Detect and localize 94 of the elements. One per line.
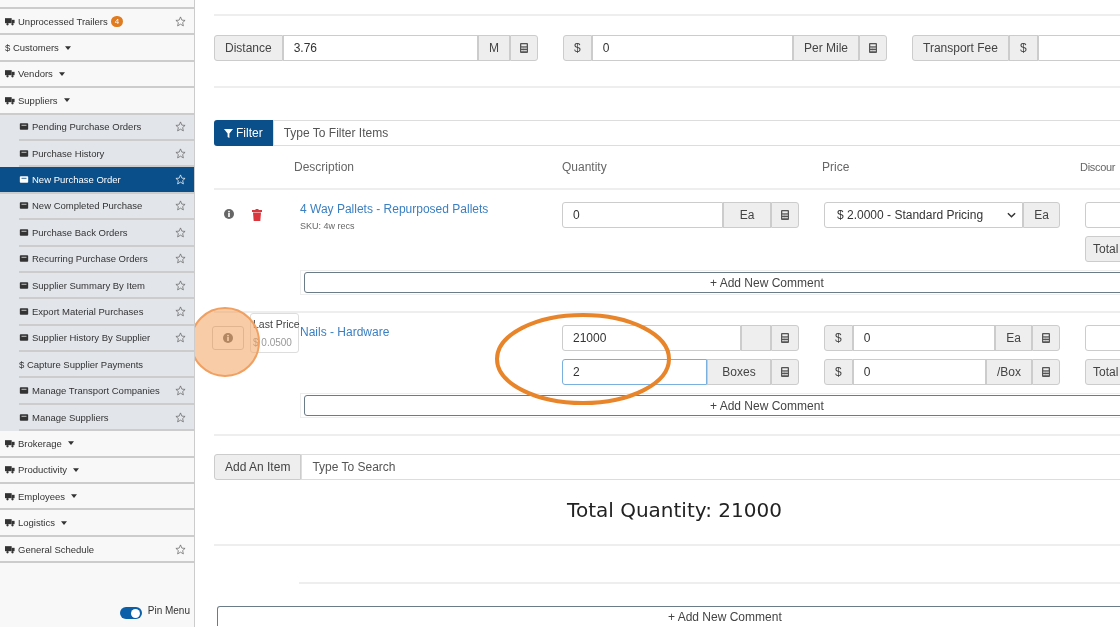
calculator-icon (869, 43, 877, 53)
sidebar-item[interactable]: Manage Suppliers (19, 404, 194, 432)
calculator-icon (520, 43, 528, 53)
quantity-field[interactable]: 0 (562, 202, 723, 228)
sidebar-item[interactable]: Employees (0, 484, 194, 511)
column-header: Description (294, 160, 355, 174)
field-label: Transport Fee (912, 35, 1009, 61)
calculator-icon (1042, 333, 1050, 343)
star-icon[interactable] (175, 543, 186, 555)
calculator-button[interactable] (1032, 359, 1060, 385)
star-icon[interactable] (175, 385, 186, 397)
calculator-icon (781, 210, 789, 220)
tooltip-value: $ 0.0500 (253, 337, 293, 348)
calculator-icon (781, 367, 789, 377)
search-field[interactable]: Type To Search (301, 454, 1120, 480)
unit-addon: Ea (1023, 202, 1060, 228)
sidebar-item[interactable]: New Completed Purchase (19, 193, 194, 221)
column-header: Discour (1080, 161, 1116, 173)
sidebar-item[interactable]: Manage Transport Companies (19, 378, 194, 405)
star-icon[interactable] (175, 253, 186, 265)
star-icon[interactable] (175, 411, 186, 423)
unit-addon: Ea (723, 202, 771, 228)
quantity-field[interactable]: 21000 (562, 325, 741, 351)
chevron-icon (1007, 212, 1017, 218)
star-icon[interactable] (175, 15, 186, 27)
star-icon[interactable] (175, 226, 186, 238)
info-icon (224, 209, 234, 219)
column-header: Quantity (562, 160, 607, 174)
sidebar-item[interactable]: $ Capture Supplier Payments (19, 352, 194, 379)
filter-icon (224, 128, 233, 138)
item-link[interactable]: Nails - Hardware (300, 325, 562, 339)
star-icon[interactable] (175, 121, 186, 133)
calculator-button[interactable] (859, 35, 887, 61)
field-label: Add An Item (214, 454, 302, 480)
currency-addon: $ (824, 359, 853, 385)
input-field[interactable]: 3.76 (282, 35, 478, 61)
total-button[interactable]: Total (1085, 359, 1120, 385)
item-link[interactable]: 4 Way Pallets - Repurposed Pallets (300, 202, 562, 216)
filter-field[interactable]: Type To Filter Items (272, 120, 1120, 146)
input-field[interactable]: 0 (591, 35, 793, 61)
unit-addon: Per Mile (793, 35, 859, 61)
sidebar-item[interactable]: Logistics (0, 510, 194, 537)
calculator-button[interactable] (510, 35, 538, 61)
sidebar-item[interactable]: $ Customers (0, 35, 194, 62)
unit-addon (741, 325, 771, 351)
sidebar-item[interactable]: Productivity (0, 457, 194, 485)
currency-addon: $ (563, 35, 592, 61)
sidebar-item[interactable]: Brokerage (0, 431, 194, 458)
total-button[interactable]: Total (1085, 236, 1120, 262)
add-comment-button[interactable]: + Add New Comment (217, 606, 1120, 626)
price-select[interactable]: $ 2.0000 - Standard Pricing (824, 202, 1024, 228)
unit-addon: Boxes (707, 359, 771, 385)
star-icon[interactable] (175, 147, 186, 159)
info-button[interactable] (224, 209, 234, 219)
quantity-field[interactable]: 2 (562, 359, 707, 385)
calculator-icon (1042, 367, 1050, 377)
star-icon[interactable] (175, 279, 186, 291)
currency-addon: $ (1008, 35, 1038, 61)
sidebar-item[interactable]: New Purchase Order (0, 167, 194, 194)
pin-label: Pin Menu (147, 604, 190, 616)
star-icon[interactable] (175, 332, 186, 344)
sidebar-item[interactable]: Export Material Purchases (19, 299, 194, 326)
calculator-button[interactable] (1032, 325, 1060, 351)
sidebar-item[interactable]: Supplier History By Supplier (19, 325, 194, 353)
calculator-icon (781, 333, 789, 343)
filter-button[interactable]: Filter (214, 120, 273, 146)
unit-addon: Ea (995, 325, 1032, 351)
unit-addon: M (478, 35, 510, 61)
calculator-button[interactable] (771, 202, 799, 228)
sidebar-item[interactable]: Recurring Purchase Orders (19, 246, 194, 273)
currency-addon: $ (824, 325, 853, 351)
info-icon (223, 333, 233, 343)
star-icon[interactable] (175, 306, 186, 317)
calculator-button[interactable] (771, 325, 799, 351)
field-label: Distance (214, 35, 283, 61)
unit-addon: /Box (986, 359, 1032, 385)
add-comment-button[interactable]: + Add New Comment (304, 395, 1120, 416)
sidebar-item[interactable]: Unprocessed Trailers 4 (0, 9, 194, 36)
star-icon[interactable] (175, 200, 186, 212)
calculator-button[interactable] (771, 359, 799, 385)
total-quantity: Total Quantity: 21000 (566, 498, 783, 522)
column-header: Price (822, 160, 850, 174)
sidebar-item[interactable]: General Schedule (0, 536, 194, 564)
add-comment-button[interactable]: + Add New Comment (304, 272, 1120, 293)
pin-toggle[interactable] (119, 607, 142, 619)
price-field[interactable]: 0 (852, 359, 986, 385)
sidebar-item[interactable]: Supplier Summary By Item (19, 272, 194, 300)
count-badge: 4 (110, 15, 124, 27)
trash-icon[interactable] (252, 209, 262, 221)
sidebar-item[interactable]: Pending Purchase Orders (19, 114, 194, 141)
price-field[interactable]: 0 (852, 325, 996, 351)
sku-text: SKU: 4w recs (300, 221, 356, 231)
sidebar-item[interactable]: Vendors (0, 61, 194, 89)
sidebar-item[interactable]: Purchase Back Orders (19, 220, 194, 247)
